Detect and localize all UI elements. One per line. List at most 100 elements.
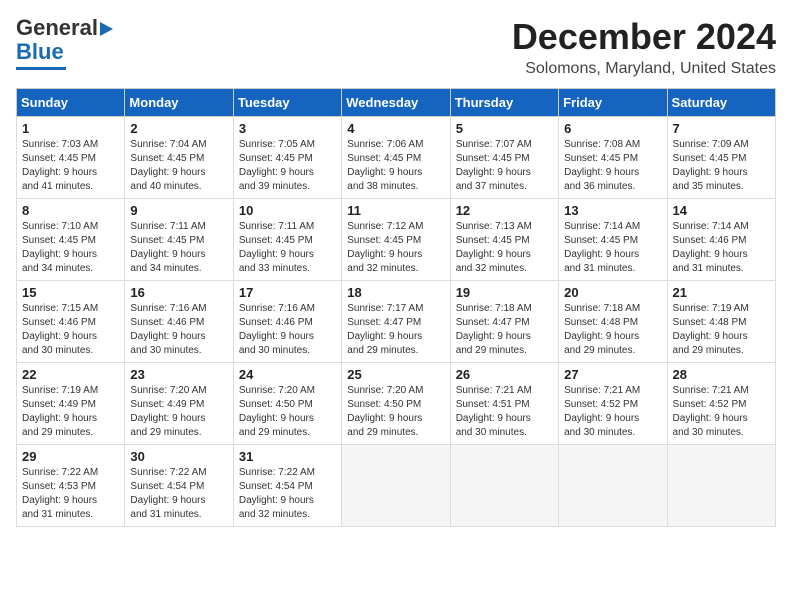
- day-number: 12: [456, 203, 553, 218]
- day-cell: 3Sunrise: 7:05 AM Sunset: 4:45 PM Daylig…: [233, 117, 341, 199]
- week-row-1: 1Sunrise: 7:03 AM Sunset: 4:45 PM Daylig…: [17, 117, 776, 199]
- day-info: Sunrise: 7:11 AM Sunset: 4:45 PM Dayligh…: [239, 220, 336, 276]
- day-info: Sunrise: 7:14 AM Sunset: 4:46 PM Dayligh…: [673, 220, 770, 276]
- day-cell: 6 Sunrise: 7:08 AM Sunset: 4:45 PM Daylig…: [559, 117, 667, 199]
- day-cell: 29 Sunrise: 7:22 AM Sunset: 4:53 PM Dayli…: [17, 445, 125, 527]
- day-info: Sunrise: 7:08 AM Sunset: 4:45 PM Dayligh…: [564, 138, 661, 194]
- day-cell: 24Sunrise: 7:20 AM Sunset: 4:50 PM Dayli…: [233, 363, 341, 445]
- day-number: 7: [673, 121, 770, 136]
- day-info: Sunrise: 7:21 AM Sunset: 4:52 PM Dayligh…: [564, 384, 661, 440]
- day-cell: 31 Sunrise: 7:22 AM Sunset: 4:54 PM Dayli…: [233, 445, 341, 527]
- day-cell: 1Sunrise: 7:03 AM Sunset: 4:45 PM Daylig…: [17, 117, 125, 199]
- day-cell: 20 Sunrise: 7:18 AM Sunset: 4:48 PM Dayli…: [559, 281, 667, 363]
- day-cell: 8 Sunrise: 7:10 AM Sunset: 4:45 PM Daylig…: [17, 199, 125, 281]
- day-cell: 18Sunrise: 7:17 AM Sunset: 4:47 PM Dayli…: [342, 281, 450, 363]
- week-row-2: 8 Sunrise: 7:10 AM Sunset: 4:45 PM Daylig…: [17, 199, 776, 281]
- day-info: Sunrise: 7:07 AM Sunset: 4:45 PM Dayligh…: [456, 138, 553, 194]
- day-number: 5: [456, 121, 553, 136]
- day-number: 25: [347, 367, 444, 382]
- day-info: Sunrise: 7:18 AM Sunset: 4:48 PM Dayligh…: [564, 302, 661, 358]
- day-info: Sunrise: 7:22 AM Sunset: 4:54 PM Dayligh…: [239, 466, 336, 522]
- day-number: 3: [239, 121, 336, 136]
- day-info: Sunrise: 7:11 AM Sunset: 4:45 PM Dayligh…: [130, 220, 227, 276]
- day-number: 6: [564, 121, 661, 136]
- day-cell: [559, 445, 667, 527]
- day-number: 18: [347, 285, 444, 300]
- day-info: Sunrise: 7:19 AM Sunset: 4:49 PM Dayligh…: [22, 384, 119, 440]
- week-row-5: 29 Sunrise: 7:22 AM Sunset: 4:53 PM Dayli…: [17, 445, 776, 527]
- day-cell: 28 Sunrise: 7:21 AM Sunset: 4:52 PM Dayli…: [667, 363, 775, 445]
- day-info: Sunrise: 7:22 AM Sunset: 4:53 PM Dayligh…: [22, 466, 119, 522]
- day-info: Sunrise: 7:20 AM Sunset: 4:49 PM Dayligh…: [130, 384, 227, 440]
- day-number: 8: [22, 203, 119, 218]
- day-number: 23: [130, 367, 227, 382]
- day-info: Sunrise: 7:12 AM Sunset: 4:45 PM Dayligh…: [347, 220, 444, 276]
- day-header-tuesday: Tuesday: [233, 89, 341, 117]
- logo-underline: [16, 67, 66, 70]
- day-number: 26: [456, 367, 553, 382]
- day-number: 28: [673, 367, 770, 382]
- day-number: 13: [564, 203, 661, 218]
- calendar-header-row: SundayMondayTuesdayWednesdayThursdayFrid…: [17, 89, 776, 117]
- month-title: December 2024: [512, 16, 776, 58]
- day-number: 2: [130, 121, 227, 136]
- day-number: 15: [22, 285, 119, 300]
- day-cell: 23 Sunrise: 7:20 AM Sunset: 4:49 PM Dayli…: [125, 363, 233, 445]
- day-number: 4: [347, 121, 444, 136]
- day-number: 31: [239, 449, 336, 464]
- day-info: Sunrise: 7:19 AM Sunset: 4:48 PM Dayligh…: [673, 302, 770, 358]
- logo-blue: Blue: [16, 40, 64, 64]
- day-number: 19: [456, 285, 553, 300]
- day-cell: 10Sunrise: 7:11 AM Sunset: 4:45 PM Dayli…: [233, 199, 341, 281]
- day-info: Sunrise: 7:21 AM Sunset: 4:52 PM Dayligh…: [673, 384, 770, 440]
- day-cell: [342, 445, 450, 527]
- logo: General Blue: [16, 16, 113, 70]
- title-section: December 2024 Solomons, Maryland, United…: [512, 16, 776, 78]
- day-number: 9: [130, 203, 227, 218]
- day-cell: 25 Sunrise: 7:20 AM Sunset: 4:50 PM Dayli…: [342, 363, 450, 445]
- day-info: Sunrise: 7:15 AM Sunset: 4:46 PM Dayligh…: [22, 302, 119, 358]
- day-info: Sunrise: 7:14 AM Sunset: 4:45 PM Dayligh…: [564, 220, 661, 276]
- day-header-wednesday: Wednesday: [342, 89, 450, 117]
- day-cell: [667, 445, 775, 527]
- logo-arrow-icon: [100, 22, 113, 36]
- day-number: 17: [239, 285, 336, 300]
- day-cell: 27Sunrise: 7:21 AM Sunset: 4:52 PM Dayli…: [559, 363, 667, 445]
- day-info: Sunrise: 7:20 AM Sunset: 4:50 PM Dayligh…: [239, 384, 336, 440]
- day-cell: 4 Sunrise: 7:06 AM Sunset: 4:45 PM Daylig…: [342, 117, 450, 199]
- day-info: Sunrise: 7:13 AM Sunset: 4:45 PM Dayligh…: [456, 220, 553, 276]
- day-info: Sunrise: 7:16 AM Sunset: 4:46 PM Dayligh…: [130, 302, 227, 358]
- day-cell: 7 Sunrise: 7:09 AM Sunset: 4:45 PM Daylig…: [667, 117, 775, 199]
- day-number: 29: [22, 449, 119, 464]
- day-cell: 26Sunrise: 7:21 AM Sunset: 4:51 PM Dayli…: [450, 363, 558, 445]
- day-number: 22: [22, 367, 119, 382]
- day-number: 30: [130, 449, 227, 464]
- day-cell: 9 Sunrise: 7:11 AM Sunset: 4:45 PM Daylig…: [125, 199, 233, 281]
- day-cell: 13 Sunrise: 7:14 AM Sunset: 4:45 PM Dayli…: [559, 199, 667, 281]
- week-row-4: 22 Sunrise: 7:19 AM Sunset: 4:49 PM Dayli…: [17, 363, 776, 445]
- day-info: Sunrise: 7:06 AM Sunset: 4:45 PM Dayligh…: [347, 138, 444, 194]
- header: General Blue December 2024 Solomons, Mar…: [16, 16, 776, 78]
- day-header-monday: Monday: [125, 89, 233, 117]
- day-number: 1: [22, 121, 119, 136]
- day-cell: 21Sunrise: 7:19 AM Sunset: 4:48 PM Dayli…: [667, 281, 775, 363]
- day-cell: [450, 445, 558, 527]
- day-number: 20: [564, 285, 661, 300]
- day-info: Sunrise: 7:09 AM Sunset: 4:45 PM Dayligh…: [673, 138, 770, 194]
- day-info: Sunrise: 7:20 AM Sunset: 4:50 PM Dayligh…: [347, 384, 444, 440]
- day-cell: 14 Sunrise: 7:14 AM Sunset: 4:46 PM Dayli…: [667, 199, 775, 281]
- day-cell: 16Sunrise: 7:16 AM Sunset: 4:46 PM Dayli…: [125, 281, 233, 363]
- location-title: Solomons, Maryland, United States: [512, 60, 776, 78]
- calendar: SundayMondayTuesdayWednesdayThursdayFrid…: [16, 88, 776, 527]
- day-cell: 17Sunrise: 7:16 AM Sunset: 4:46 PM Dayli…: [233, 281, 341, 363]
- day-header-friday: Friday: [559, 89, 667, 117]
- day-info: Sunrise: 7:22 AM Sunset: 4:54 PM Dayligh…: [130, 466, 227, 522]
- day-cell: 22 Sunrise: 7:19 AM Sunset: 4:49 PM Dayli…: [17, 363, 125, 445]
- day-cell: 2Sunrise: 7:04 AM Sunset: 4:45 PM Daylig…: [125, 117, 233, 199]
- day-info: Sunrise: 7:18 AM Sunset: 4:47 PM Dayligh…: [456, 302, 553, 358]
- week-row-3: 15 Sunrise: 7:15 AM Sunset: 4:46 PM Dayli…: [17, 281, 776, 363]
- logo-general: General: [16, 15, 98, 40]
- day-info: Sunrise: 7:10 AM Sunset: 4:45 PM Dayligh…: [22, 220, 119, 276]
- day-number: 14: [673, 203, 770, 218]
- day-number: 11: [347, 203, 444, 218]
